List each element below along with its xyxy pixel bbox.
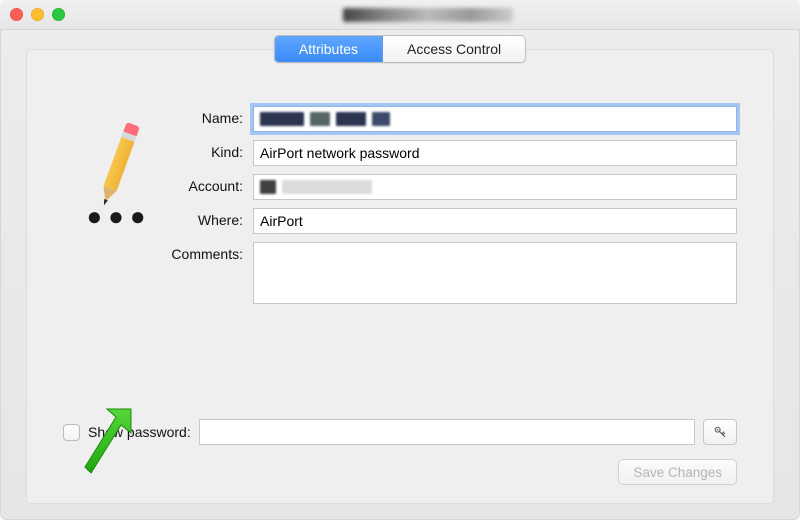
close-button[interactable]: [10, 8, 23, 21]
key-icon: [713, 425, 727, 439]
tab-access-control[interactable]: Access Control: [383, 36, 525, 62]
keychain-item-icon: ●●●: [71, 122, 167, 223]
tab-attributes[interactable]: Attributes: [275, 36, 383, 62]
password-row: Show password:: [63, 419, 737, 445]
kind-field[interactable]: [253, 140, 737, 166]
account-field[interactable]: [253, 174, 737, 200]
minimize-button[interactable]: [31, 8, 44, 21]
pencil-icon: [98, 122, 140, 206]
traffic-lights: [10, 8, 65, 21]
comments-label: Comments:: [63, 242, 253, 262]
password-dots-icon: ●●●: [71, 210, 167, 223]
show-password-checkbox[interactable]: [63, 424, 80, 441]
keychain-item-window: Attributes Access Control ●●● Name:: [0, 0, 800, 520]
content-panel: Attributes Access Control ●●● Name:: [26, 49, 774, 504]
show-password-label: Show password:: [88, 424, 191, 440]
save-changes-button[interactable]: Save Changes: [618, 459, 737, 485]
reveal-password-button[interactable]: [703, 419, 737, 445]
password-field[interactable]: [199, 419, 695, 445]
comments-field[interactable]: [253, 242, 737, 304]
name-field[interactable]: [253, 106, 737, 132]
titlebar: [0, 0, 800, 30]
where-field[interactable]: [253, 208, 737, 234]
zoom-button[interactable]: [52, 8, 65, 21]
tab-segmented-control: Attributes Access Control: [274, 35, 526, 63]
window-title: [65, 8, 790, 22]
